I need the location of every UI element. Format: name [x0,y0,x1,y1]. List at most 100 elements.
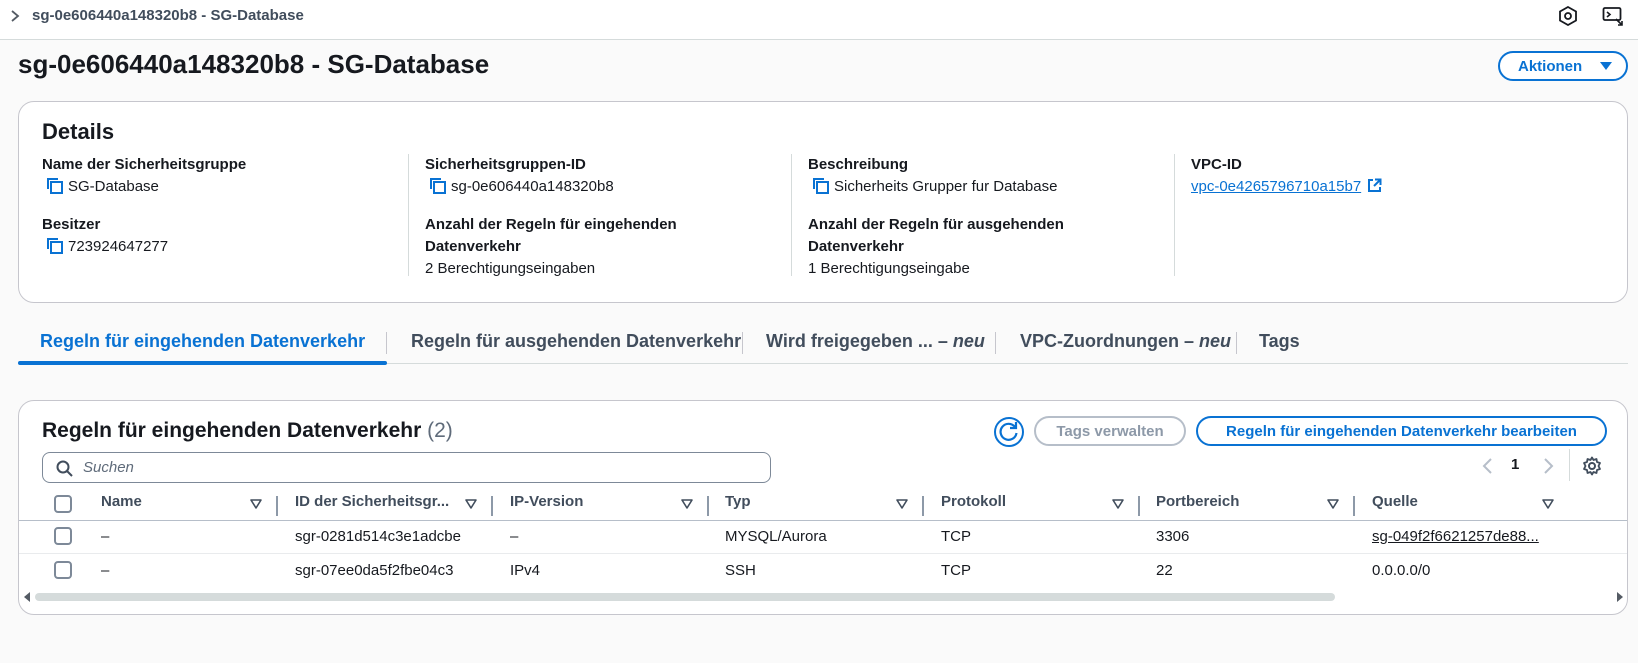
tab-label: VPC-Zuordnungen – [1020,331,1199,351]
copy-icon[interactable] [46,177,64,195]
tab-label: Wird freigegeben ... – [766,331,953,351]
search-icon [56,460,73,477]
vpc-id-link[interactable]: vpc-0e4265796710a15b7 [1191,178,1361,195]
edit-inbound-rules-button[interactable]: Regeln für eingehenden Datenverkehr bear… [1196,416,1607,446]
cell-port-range: 3306 [1156,528,1190,545]
column-divider[interactable] [1138,496,1140,516]
sort-icon[interactable] [681,499,693,509]
page-title: sg-0e606440a148320b8 - SG-Database [18,49,490,79]
refresh-icon [999,422,1018,441]
column-header-protocol[interactable]: Protokoll [941,493,1006,510]
scroll-left-arrow[interactable] [24,592,30,602]
column-divider[interactable] [1353,496,1355,516]
field-label: VPC-ID [1191,156,1242,173]
cloudshell-hex-icon[interactable] [1558,6,1578,26]
tab-sharing[interactable]: Wird freigegeben ... – neu [766,322,985,364]
gear-icon[interactable] [1582,456,1602,476]
inbound-rule-count: 2 Berechtigungseingaben [425,260,596,277]
manage-tags-button[interactable]: Tags verwalten [1034,416,1186,446]
column-divider[interactable] [491,496,493,516]
field-label: Anzahl der Regeln für ausgehenden Datenv… [808,216,1064,255]
field-group-vpc: VPC-ID vpc-0e4265796710a15b7 [1174,154,1594,276]
column-divider[interactable] [922,496,924,516]
breadcrumb: sg-0e606440a148320b8 - SG-Database [32,7,304,24]
search-field[interactable] [42,452,771,483]
security-group-name: SG-Database [68,178,159,195]
description-value: Sicherheits Grupper fur Database [834,178,1058,195]
tab-divider [995,332,996,354]
field-label: Sicherheitsgruppen-ID [425,156,586,173]
inbound-rules-panel: Regeln für eingehenden Datenverkehr (2) … [18,400,1628,615]
cell-type: SSH [725,562,756,579]
field-group-name: Name der Sicherheitsgruppe SG-Database B… [42,154,422,258]
column-header-source[interactable]: Quelle [1372,493,1418,510]
tab-inbound-rules[interactable]: Regeln für eingehenden Datenverkehr [17,322,388,365]
rules-heading: Regeln für eingehenden Datenverkehr (2) [42,419,453,443]
copy-icon[interactable] [429,177,447,195]
field-group-description: Beschreibung Sicherheits Grupper fur Dat… [791,154,1171,277]
table-row[interactable]: – sgr-07ee0da5f2fbe04c3 IPv4 SSH TCP 22 … [19,555,1627,588]
security-group-id: sg-0e606440a148320b8 [451,178,614,195]
tab-label: Regeln für eingehenden Datenverkehr [40,331,366,351]
tab-new-badge: neu [952,331,985,351]
owner-id: 723924647277 [68,238,169,255]
rules-title: Regeln für eingehenden Datenverkehr [42,419,422,442]
rules-count: (2) [427,419,453,442]
cell-rule-id: sgr-0281d514c3e1adcbe [295,528,461,545]
tab-label: Tags [1259,331,1300,351]
actions-button-label: Aktionen [1518,57,1583,75]
search-input[interactable] [83,456,753,479]
horizontal-scrollbar[interactable] [35,593,1335,601]
details-panel: Details Name der Sicherheitsgruppe SG-Da… [18,101,1628,303]
refresh-button[interactable] [994,417,1024,447]
tab-tags[interactable]: Tags [1259,322,1300,364]
external-link-icon[interactable] [1367,178,1382,193]
row-checkbox[interactable] [54,561,72,579]
field-label: Besitzer [42,216,101,233]
field-group-id: Sicherheitsgruppen-ID sg-0e606440a148320… [408,154,788,277]
actions-button[interactable]: Aktionen [1498,51,1628,81]
sort-icon[interactable] [1327,499,1339,509]
top-bar: sg-0e606440a148320b8 - SG-Database [0,0,1638,40]
chevron-right-icon[interactable] [8,9,22,23]
row-checkbox[interactable] [54,527,72,545]
column-header-ip-version[interactable]: IP-Version [510,493,583,510]
tab-new-badge: neu [1199,331,1232,351]
sort-icon[interactable] [1542,499,1554,509]
outbound-rule-count: 1 Berechtigungseingabe [808,260,970,277]
tab-outbound-rules[interactable]: Regeln für ausgehenden Datenverkehr [411,322,741,364]
console-icon[interactable] [1602,6,1624,26]
caret-down-icon [1600,62,1612,70]
tab-divider [742,332,743,354]
cell-source-link[interactable]: sg-049f2f6621257de88... [1372,528,1539,545]
column-header-rule-id[interactable]: ID der Sicherheitsgr... [295,493,449,510]
page-number[interactable]: 1 [1511,456,1519,473]
cell-protocol: TCP [941,562,971,579]
cell-name: – [101,562,110,579]
sort-icon[interactable] [250,499,262,509]
cell-ip-version: IPv4 [510,562,541,579]
cell-source: 0.0.0.0/0 [1372,562,1431,579]
column-divider[interactable] [276,496,278,516]
scroll-right-arrow[interactable] [1617,592,1623,602]
cell-rule-id: sgr-07ee0da5f2fbe04c3 [295,562,454,579]
copy-icon[interactable] [46,237,64,255]
table-row[interactable]: – sgr-0281d514c3e1adcbe – MYSQL/Aurora T… [19,521,1627,554]
select-all-checkbox[interactable] [54,495,72,513]
column-divider[interactable] [707,496,709,516]
cell-protocol: TCP [941,528,971,545]
column-header-name[interactable]: Name [101,493,142,510]
copy-icon[interactable] [812,177,830,195]
column-header-port-range[interactable]: Portbereich [1156,493,1239,510]
sort-icon[interactable] [1112,499,1124,509]
field-label: Anzahl der Regeln für eingehenden Datenv… [425,216,677,255]
cell-name: – [101,528,110,545]
cell-type: MYSQL/Aurora [725,528,827,545]
next-page-icon[interactable] [1541,457,1555,475]
sort-icon[interactable] [896,499,908,509]
column-header-type[interactable]: Typ [725,493,751,510]
sort-icon[interactable] [465,499,477,509]
previous-page-icon[interactable] [1481,457,1495,475]
tab-vpc-associations[interactable]: VPC-Zuordnungen – neu [1020,322,1231,364]
cell-ip-version: – [510,528,519,545]
